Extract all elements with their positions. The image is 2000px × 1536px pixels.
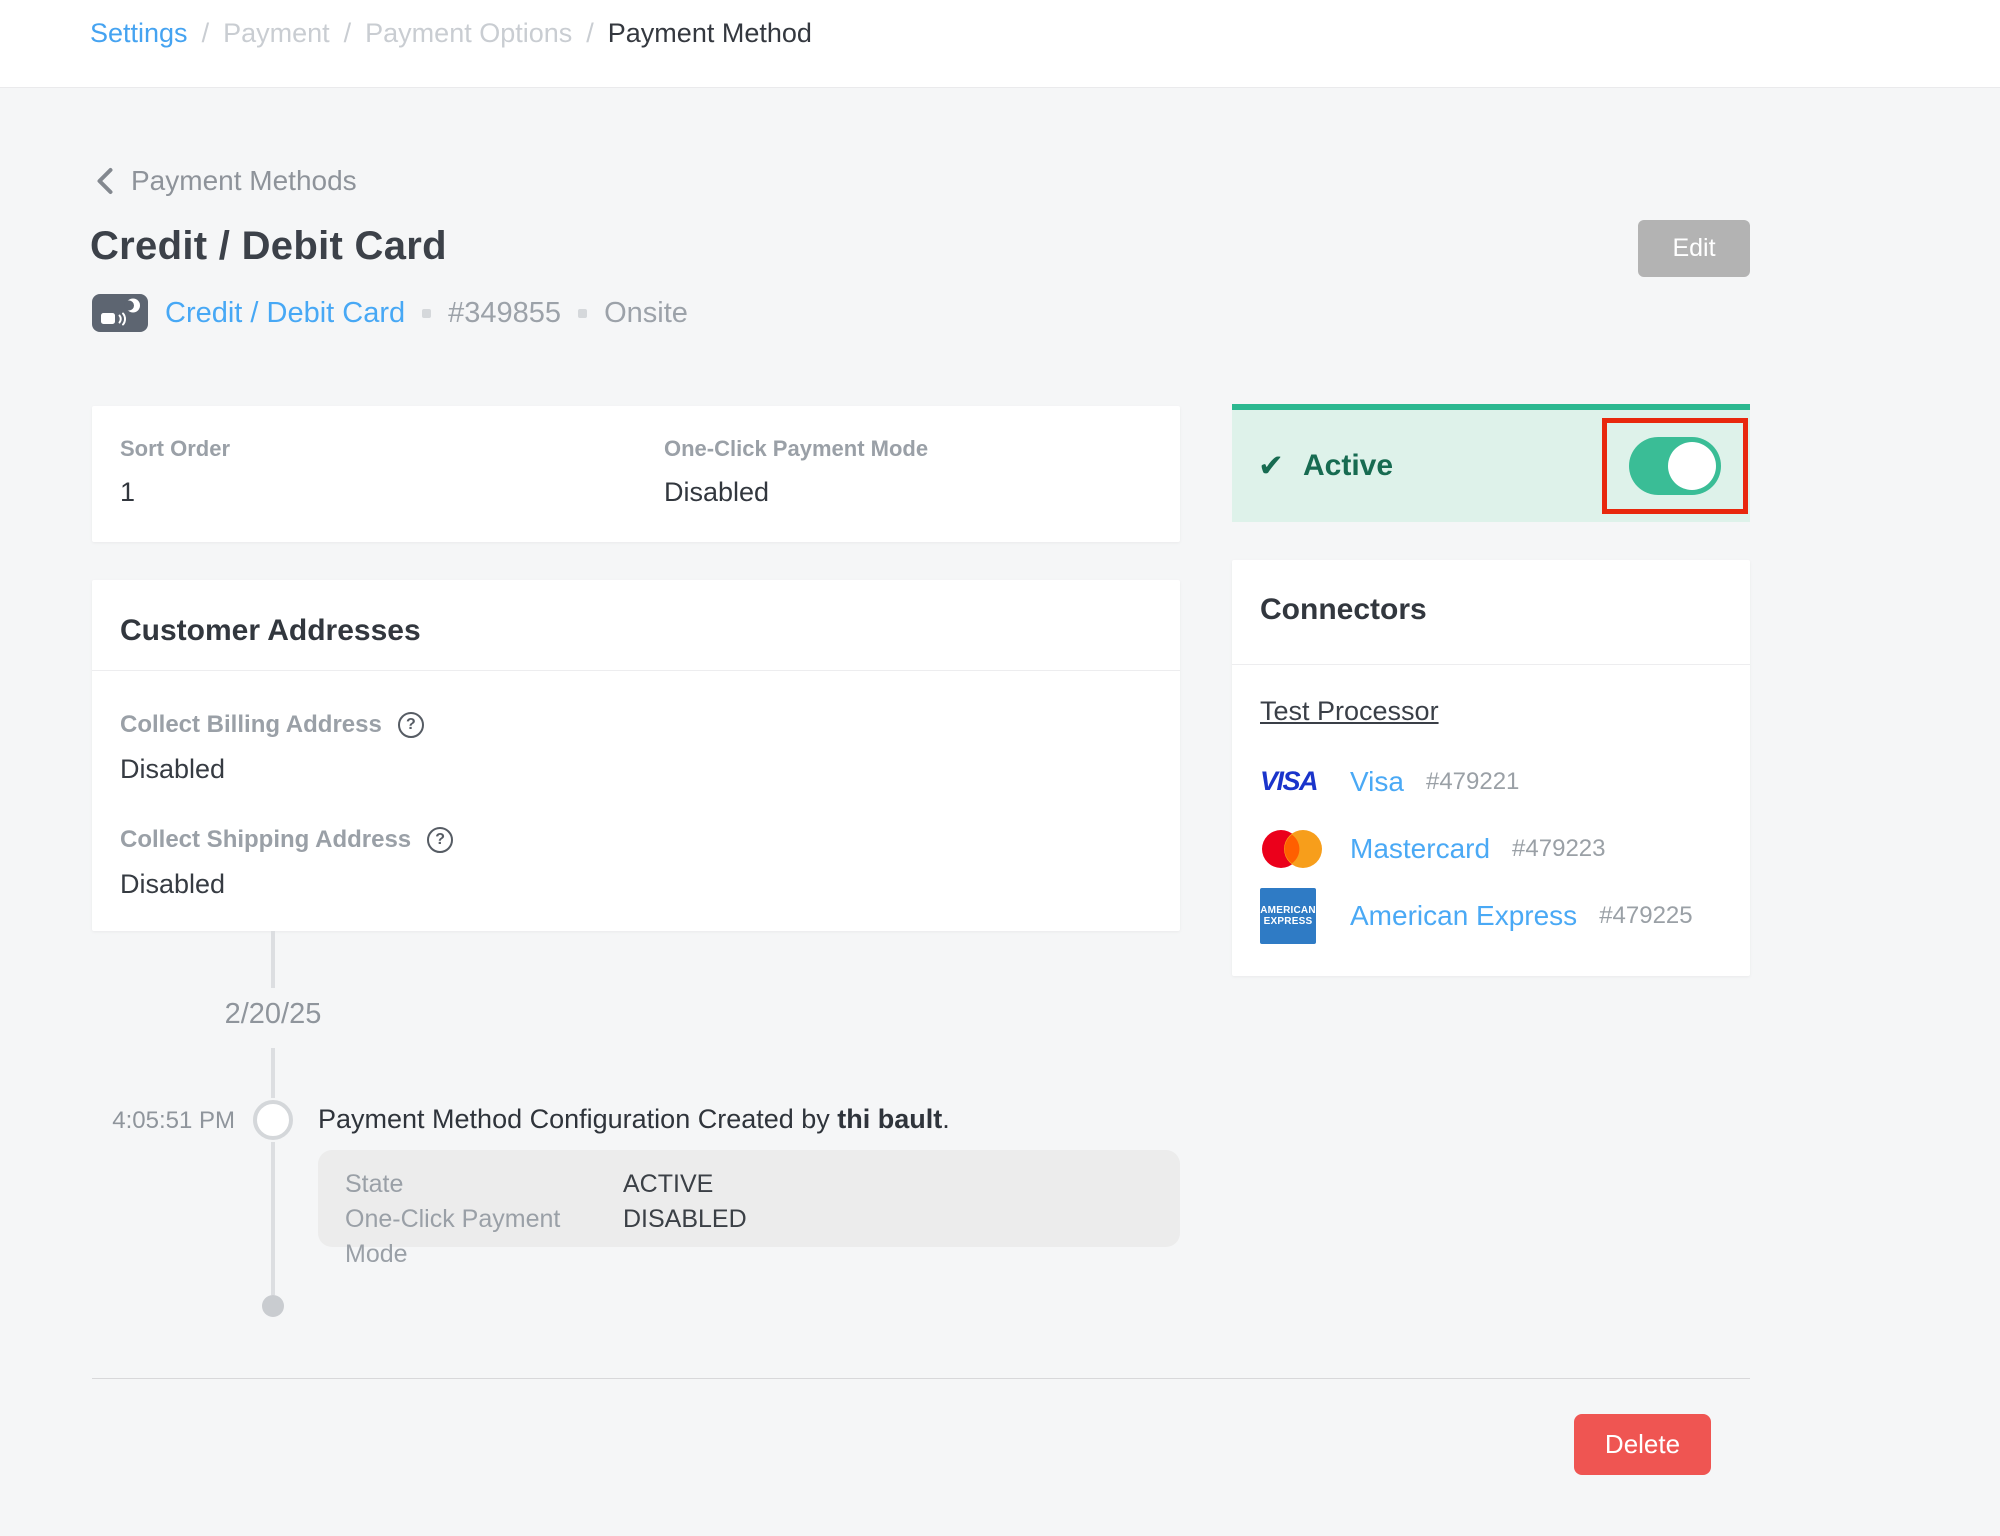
billing-address-label-row: Collect Billing Address ?: [120, 711, 424, 739]
payment-method-page: Settings / Payment / Payment Options / P…: [0, 0, 2000, 1536]
visa-logo-icon: VISA: [1260, 766, 1317, 797]
timeline-event-details: State ACTIVE One-Click Payment Mode DISA…: [318, 1150, 1180, 1247]
billing-address-label: Collect Billing Address: [120, 711, 382, 739]
customer-addresses-title: Customer Addresses: [120, 614, 421, 648]
connector-id-mastercard: #479223: [1512, 835, 1605, 863]
connector-id-visa: #479221: [1426, 768, 1519, 796]
mastercard-logo-icon: [1260, 829, 1324, 869]
sort-order-value: 1: [120, 477, 230, 508]
breadcrumb: Settings / Payment / Payment Options / P…: [90, 18, 812, 49]
connector-row-amex: AMERICAN EXPRESS American Express #47922…: [1260, 882, 1730, 949]
connector-row-mastercard: Mastercard #479223: [1260, 815, 1730, 882]
status-label: Active: [1303, 449, 1393, 483]
timeline-line: [271, 1048, 275, 1098]
payment-method-channel: Onsite: [604, 297, 688, 330]
breadcrumb-payment: Payment: [223, 18, 330, 49]
annotation-highlight-box: [1602, 418, 1748, 514]
breadcrumb-separator: /: [344, 18, 352, 49]
breadcrumb-payment-method: Payment Method: [608, 18, 812, 49]
timeline-event-time: 4:05:51 PM: [95, 1107, 235, 1135]
timeline-event-actor: thi bault: [837, 1104, 942, 1134]
delete-button[interactable]: Delete: [1574, 1414, 1711, 1475]
back-link-label: Payment Methods: [131, 165, 357, 197]
shipping-address-label-row: Collect Shipping Address ?: [120, 826, 453, 854]
breadcrumb-separator: /: [586, 18, 594, 49]
back-chevron-icon: [95, 166, 115, 196]
footer-divider: [92, 1378, 1750, 1379]
connector-row-visa: VISA Visa #479221: [1260, 748, 1730, 815]
check-icon: ✔: [1258, 448, 1284, 484]
payment-method-link[interactable]: Credit / Debit Card: [165, 297, 405, 330]
sort-order-label: Sort Order: [120, 436, 230, 462]
help-icon[interactable]: ?: [427, 827, 453, 853]
connectors-card: Connectors Test Processor VISA Visa #479…: [1232, 560, 1750, 976]
customer-addresses-card: Customer Addresses Collect Billing Addre…: [92, 580, 1180, 931]
timeline-line: [271, 931, 275, 988]
toggle-knob: [1668, 442, 1716, 490]
detail-row-one-click: One-Click Payment Mode DISABLED: [345, 1202, 1180, 1272]
processor-link[interactable]: Test Processor: [1260, 696, 1439, 727]
help-icon[interactable]: ?: [398, 712, 424, 738]
timeline-line: [271, 1142, 275, 1295]
detail-label: One-Click Payment Mode: [345, 1202, 623, 1272]
edit-button[interactable]: Edit: [1638, 220, 1750, 277]
connector-link-visa[interactable]: Visa: [1350, 766, 1404, 798]
top-bar: Settings / Payment / Payment Options / P…: [0, 0, 2000, 88]
one-click-label: One-Click Payment Mode: [664, 436, 928, 462]
timeline-event-text: Payment Method Configuration Created by …: [318, 1104, 950, 1135]
sort-order-field: Sort Order 1: [120, 436, 230, 508]
method-summary-row: Credit / Debit Card #349855 Onsite: [92, 293, 688, 333]
detail-value: DISABLED: [623, 1202, 747, 1272]
page-title: Credit / Debit Card: [90, 224, 447, 269]
settings-summary-card: Sort Order 1 One-Click Payment Mode Disa…: [92, 406, 1180, 542]
connectors-title: Connectors: [1260, 593, 1427, 627]
one-click-field: One-Click Payment Mode Disabled: [664, 436, 928, 508]
breadcrumb-settings[interactable]: Settings: [90, 18, 188, 49]
timeline-event-marker: [253, 1100, 293, 1140]
billing-address-value: Disabled: [120, 754, 225, 785]
back-to-payment-methods-link[interactable]: Payment Methods: [95, 165, 357, 197]
payment-method-id: #349855: [448, 297, 561, 330]
divider: [1232, 664, 1750, 665]
detail-row-state: State ACTIVE: [345, 1167, 1180, 1202]
separator-dot: [422, 309, 431, 318]
shipping-address-label: Collect Shipping Address: [120, 826, 411, 854]
detail-label: State: [345, 1167, 623, 1202]
shipping-address-value: Disabled: [120, 869, 225, 900]
breadcrumb-separator: /: [202, 18, 210, 49]
amex-logo-icon: AMERICAN EXPRESS: [1260, 888, 1316, 944]
separator-dot: [578, 309, 587, 318]
connector-list: VISA Visa #479221 Mastercard #479223: [1260, 748, 1730, 949]
timeline-date: 2/20/25: [173, 998, 373, 1031]
timeline-end-dot: [262, 1295, 284, 1317]
detail-value: ACTIVE: [623, 1167, 713, 1202]
connector-id-amex: #479225: [1599, 902, 1692, 930]
connector-link-amex[interactable]: American Express: [1350, 900, 1577, 932]
active-toggle[interactable]: [1629, 437, 1721, 495]
divider: [92, 670, 1180, 671]
breadcrumb-payment-options: Payment Options: [365, 18, 572, 49]
one-click-value: Disabled: [664, 477, 928, 508]
connector-link-mastercard[interactable]: Mastercard: [1350, 833, 1490, 865]
credit-card-icon: [92, 294, 148, 332]
